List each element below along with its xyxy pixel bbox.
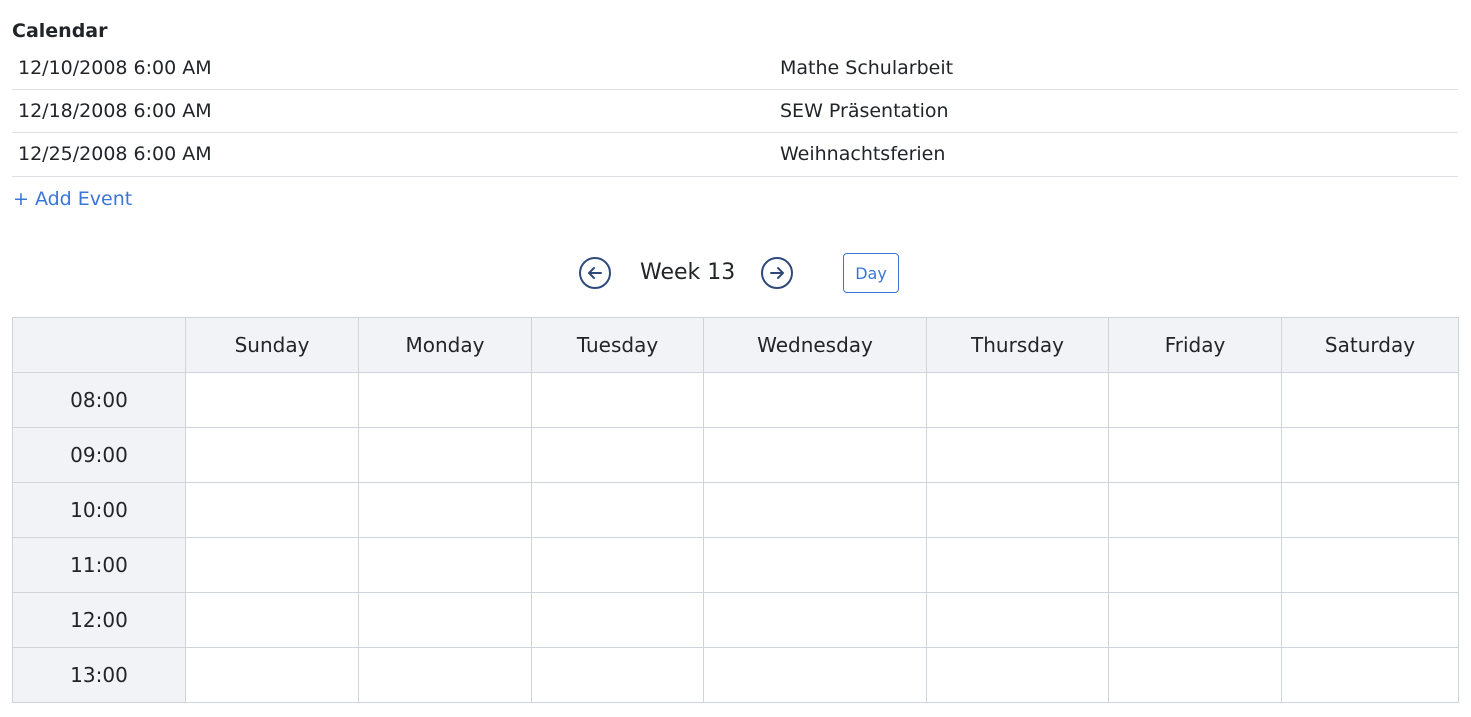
time-slot-cell[interactable] [926, 537, 1109, 593]
day-header-wednesday: Wednesday [703, 317, 927, 373]
day-header-thursday: Thursday [926, 317, 1109, 373]
time-slot-cell[interactable] [531, 592, 704, 648]
time-slot-cell[interactable] [185, 537, 359, 593]
arrow-left-icon [588, 267, 602, 279]
day-header-monday: Monday [358, 317, 532, 373]
time-slot-cell[interactable] [531, 647, 704, 703]
time-label: 13:00 [12, 647, 186, 703]
time-slot-cell[interactable] [703, 482, 927, 538]
time-slot-cell[interactable] [1281, 537, 1459, 593]
time-slot-cell[interactable] [531, 482, 704, 538]
event-row[interactable]: 12/18/2008 6:00 AM SEW Präsentation [12, 90, 1458, 133]
time-slot-cell[interactable] [185, 647, 359, 703]
arrow-right-icon [770, 267, 784, 279]
grid-corner-cell [12, 317, 186, 373]
time-label: 11:00 [12, 537, 186, 593]
time-slot-cell[interactable] [1108, 427, 1282, 483]
time-slot-cell[interactable] [926, 592, 1109, 648]
time-slot-cell[interactable] [358, 372, 532, 428]
day-view-button[interactable]: Day [843, 253, 899, 293]
time-slot-cell[interactable] [358, 592, 532, 648]
time-slot-cell[interactable] [185, 482, 359, 538]
day-header-friday: Friday [1108, 317, 1282, 373]
event-row[interactable]: 12/25/2008 6:00 AM Weihnachtsferien [12, 133, 1458, 177]
time-label: 08:00 [12, 372, 186, 428]
time-slot-cell[interactable] [1108, 372, 1282, 428]
event-date: 12/18/2008 6:00 AM [18, 100, 212, 122]
time-slot-cell[interactable] [358, 647, 532, 703]
time-slot-cell[interactable] [703, 427, 927, 483]
event-name: Weihnachtsferien [780, 143, 946, 165]
time-slot-cell[interactable] [1281, 592, 1459, 648]
time-row: 11:00 [12, 537, 1459, 593]
event-date: 12/25/2008 6:00 AM [18, 143, 212, 165]
time-slot-cell[interactable] [1281, 427, 1459, 483]
time-slot-cell[interactable] [926, 427, 1109, 483]
time-slot-cell[interactable] [926, 482, 1109, 538]
event-name: SEW Präsentation [780, 100, 949, 122]
time-slot-cell[interactable] [185, 592, 359, 648]
time-slot-cell[interactable] [531, 537, 704, 593]
time-slot-cell[interactable] [1281, 372, 1459, 428]
time-row: 10:00 [12, 482, 1459, 538]
time-slot-cell[interactable] [1281, 482, 1459, 538]
day-header-saturday: Saturday [1281, 317, 1459, 373]
time-row: 12:00 [12, 592, 1459, 648]
time-row: 13:00 [12, 647, 1459, 703]
time-slot-cell[interactable] [358, 427, 532, 483]
time-slot-cell[interactable] [185, 427, 359, 483]
next-week-button[interactable] [761, 257, 793, 289]
event-list: 12/10/2008 6:00 AM Mathe Schularbeit 12/… [12, 47, 1458, 177]
event-date: 12/10/2008 6:00 AM [18, 57, 212, 79]
week-label: Week 13 [640, 260, 736, 285]
time-row: 09:00 [12, 427, 1459, 483]
time-slot-cell[interactable] [1281, 647, 1459, 703]
time-slot-cell[interactable] [703, 537, 927, 593]
time-label: 10:00 [12, 482, 186, 538]
time-slot-cell[interactable] [1108, 482, 1282, 538]
time-slot-cell[interactable] [531, 427, 704, 483]
time-slot-cell[interactable] [358, 537, 532, 593]
time-label: 09:00 [12, 427, 186, 483]
week-grid: Sunday Monday Tuesday Wednesday Thursday… [12, 317, 1459, 703]
time-slot-cell[interactable] [926, 647, 1109, 703]
time-slot-cell[interactable] [703, 647, 927, 703]
time-row: 08:00 [12, 372, 1459, 428]
time-label: 12:00 [12, 592, 186, 648]
time-slot-cell[interactable] [1108, 537, 1282, 593]
add-event-link[interactable]: + Add Event [13, 187, 132, 211]
time-slot-cell[interactable] [531, 372, 704, 428]
time-slot-cell[interactable] [926, 372, 1109, 428]
prev-week-button[interactable] [579, 257, 611, 289]
time-slot-cell[interactable] [703, 372, 927, 428]
calendar-title: Calendar [12, 20, 108, 42]
event-row[interactable]: 12/10/2008 6:00 AM Mathe Schularbeit [12, 47, 1458, 90]
time-slot-cell[interactable] [185, 372, 359, 428]
time-slot-cell[interactable] [358, 482, 532, 538]
time-slot-cell[interactable] [1108, 647, 1282, 703]
calendar-page: Calendar 12/10/2008 6:00 AM Mathe Schula… [0, 0, 1471, 717]
grid-header-row: Sunday Monday Tuesday Wednesday Thursday… [12, 317, 1459, 373]
day-header-tuesday: Tuesday [531, 317, 704, 373]
event-name: Mathe Schularbeit [780, 57, 954, 79]
time-slot-cell[interactable] [703, 592, 927, 648]
time-slot-cell[interactable] [1108, 592, 1282, 648]
day-header-sunday: Sunday [185, 317, 359, 373]
